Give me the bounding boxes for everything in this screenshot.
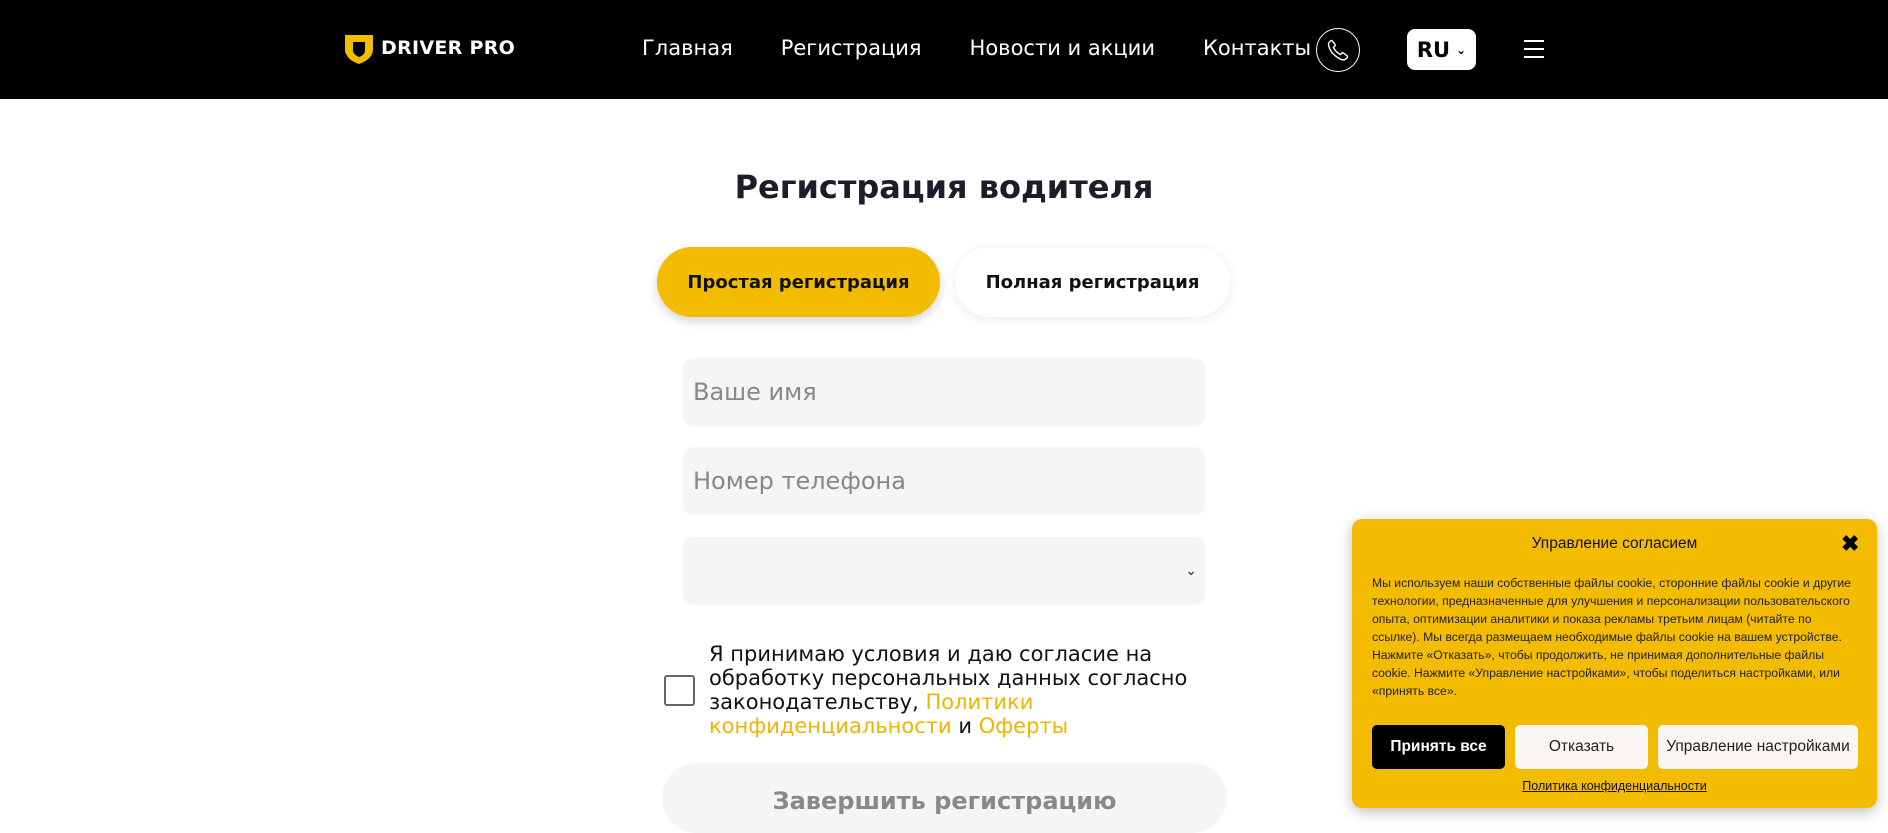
site-header: DRIVER PRO Главная Регистрация Новости и… [0,0,1888,99]
tab-simple-registration[interactable]: Простая регистрация [657,247,940,317]
close-icon[interactable]: ✖ [1841,533,1859,555]
phone-icon [1327,39,1349,61]
consent-text: Я принимаю условия и даю согласие на обр… [709,642,1224,738]
page-title: Регистрация водителя [734,168,1154,206]
nav-home[interactable]: Главная [642,36,733,60]
phone-input[interactable]: Номер телефона [683,447,1205,515]
logo-shield-icon [345,35,373,64]
nav-contacts[interactable]: Контакты [1203,36,1311,60]
cookie-consent-dialog: Управление согласием ✖ Мы используем наш… [1352,519,1877,808]
cookie-title: Управление согласием [1531,535,1698,552]
offer-link[interactable]: Оферты [979,714,1069,738]
tab-full-registration[interactable]: Полная регистрация [955,247,1230,317]
nav-registration[interactable]: Регистрация [781,36,922,60]
menu-icon[interactable] [1524,40,1544,58]
cookie-text: Мы используем наши собственные файлы coo… [1372,576,1851,698]
consent-row: Я принимаю условия и даю согласие на обр… [664,642,1224,738]
name-input[interactable]: Ваше имя [683,358,1205,426]
accept-all-button[interactable]: Принять все [1372,725,1505,769]
language-select[interactable]: RU ⌄ [1407,29,1476,70]
nav-news[interactable]: Новости и акции [970,36,1155,60]
chevron-down-icon: ⌄ [1456,42,1467,57]
phone-button[interactable] [1316,28,1360,72]
manage-settings-button[interactable]: Управление настройками [1658,725,1858,769]
logo[interactable]: DRIVER PRO [343,31,515,65]
consent-checkbox[interactable] [664,674,695,706]
language-value: RU [1416,37,1451,62]
submit-registration-button[interactable]: Завершить регистрацию [662,763,1227,833]
deny-button[interactable]: Отказать [1515,725,1648,769]
logo-text: DRIVER PRO [381,37,516,59]
city-select[interactable]: ⌄ [683,537,1205,605]
main-nav: Главная Регистрация Новости и акции Конт… [642,36,1311,60]
cookie-privacy-policy-link[interactable]: Политика конфиденциальности [1352,779,1877,793]
chevron-down-icon: ⌄ [1185,563,1197,579]
consent-and: и [958,714,972,738]
